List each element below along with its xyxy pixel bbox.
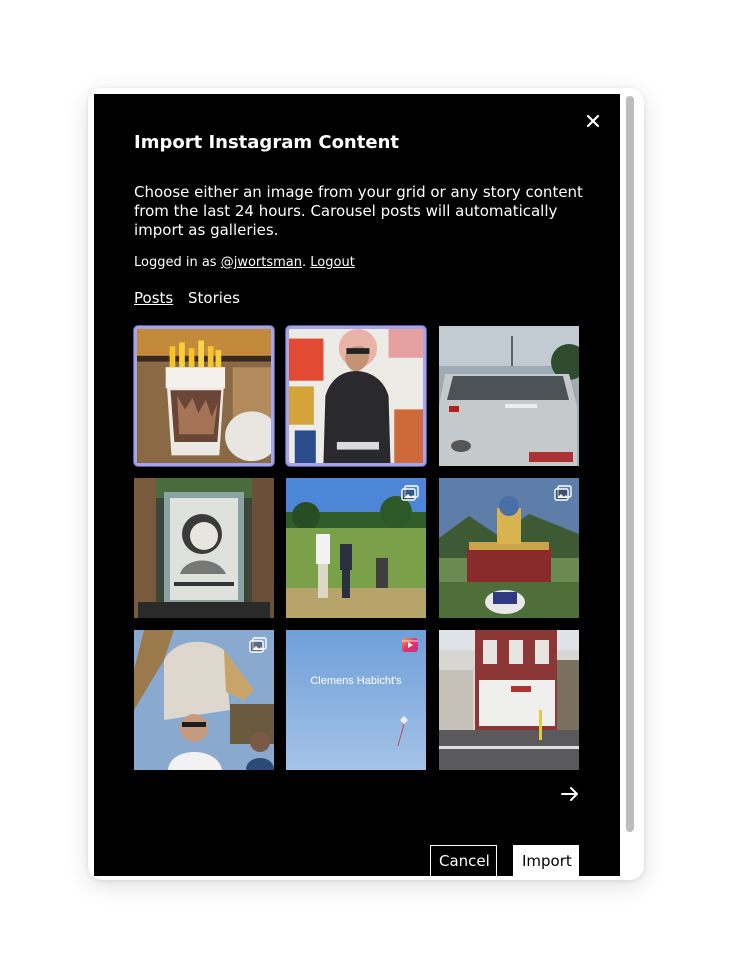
building-photo <box>439 630 579 770</box>
tab-posts[interactable]: Posts <box>134 289 173 307</box>
content-tabs: Posts Stories <box>134 289 240 307</box>
grid-item-7[interactable] <box>134 630 274 770</box>
story-overlay-text: Clemens Habicht's <box>310 675 402 687</box>
scrollbar[interactable] <box>624 94 638 876</box>
modal-frame: Import Instagram Content Choose either a… <box>88 88 644 880</box>
car-photo <box>439 326 579 466</box>
username-link[interactable]: @jwortsman <box>221 255 302 270</box>
login-prefix: Logged in as <box>134 255 221 270</box>
scrollbar-thumb[interactable] <box>626 96 634 832</box>
import-button[interactable]: Import <box>513 845 579 876</box>
portrait-photo <box>289 329 423 463</box>
login-status: Logged in as @jwortsman. Logout <box>134 255 355 270</box>
grid-item-4[interactable] <box>134 478 274 618</box>
dialog-description: Choose either an image from your grid or… <box>134 183 583 239</box>
grid-item-8[interactable]: Clemens Habicht's <box>286 630 426 770</box>
carousel-icon <box>249 637 267 653</box>
grid-item-9[interactable] <box>439 630 579 770</box>
reel-icon <box>402 638 418 652</box>
logout-link[interactable]: Logout <box>310 255 355 270</box>
import-dialog: Import Instagram Content Choose either a… <box>94 94 620 876</box>
poster-photo <box>134 478 274 618</box>
carousel-icon <box>554 485 572 501</box>
dialog-title: Import Instagram Content <box>134 132 399 153</box>
close-icon[interactable] <box>581 109 605 133</box>
tab-stories[interactable]: Stories <box>188 289 240 307</box>
cancel-button[interactable]: Cancel <box>430 845 497 876</box>
arrow-right-icon[interactable] <box>560 786 580 802</box>
grid-item-1[interactable] <box>134 326 274 466</box>
fries-cup-photo <box>137 329 271 463</box>
grid-item-5[interactable] <box>286 478 426 618</box>
grid-item-2[interactable] <box>286 326 426 466</box>
grid-item-3[interactable] <box>439 326 579 466</box>
carousel-icon <box>401 485 419 501</box>
grid-item-6[interactable] <box>439 478 579 618</box>
